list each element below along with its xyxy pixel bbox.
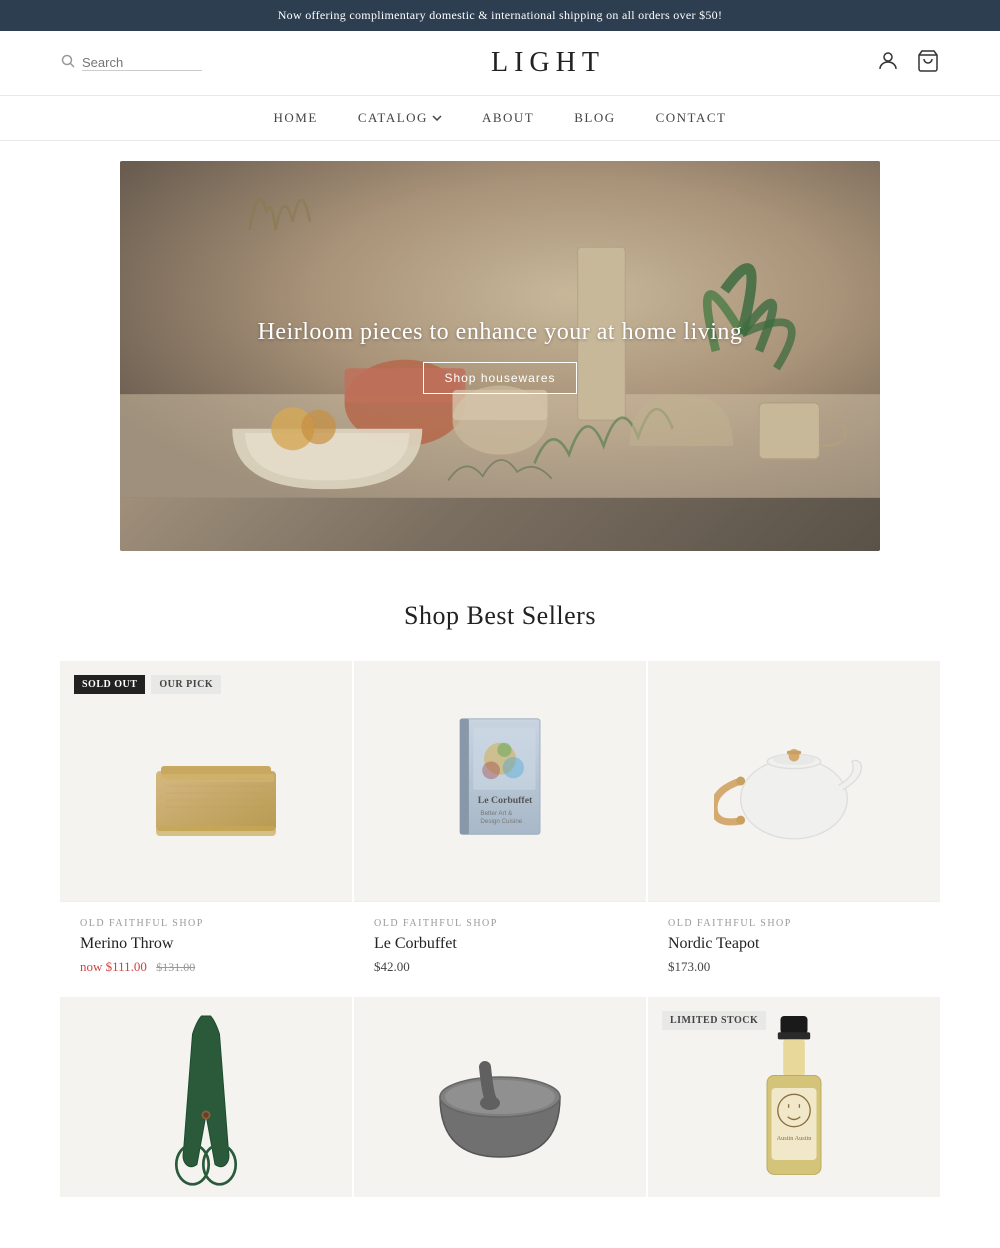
hero-title: Heirloom pieces to enhance your at home … [258,319,743,346]
product-badges-6: LIMITED STOCK [662,1011,766,1030]
price-3: $173.00 [668,959,710,974]
product-image-merino-throw: SOLD OUT OUR PICK [60,661,352,901]
best-sellers-section: Shop Best Sellers SOLD OUT OUR PICK [0,551,1000,1217]
header-icons [876,49,940,78]
product-image-book: Le Corbuffet Better Art & Design Cuisine [354,661,646,901]
price-2: $42.00 [374,959,410,974]
product-card-6[interactable]: LIMITED STOCK [648,997,940,1197]
badge-limited-stock: LIMITED STOCK [662,1011,766,1030]
price-now-1: now $111.00 [80,959,147,974]
svg-text:Austin Austin: Austin Austin [777,1135,813,1142]
product-card-3[interactable]: OLD FAITHFUL SHOP Nordic Teapot $173.00 [648,661,940,995]
hero-overlay: Heirloom pieces to enhance your at home … [120,161,880,551]
product-card-1[interactable]: SOLD OUT OUR PICK [60,661,352,995]
product-name-2: Le Corbuffet [374,935,626,953]
badge-sold-out: SOLD OUT [74,675,145,694]
product-info-1: OLD FAITHFUL SHOP Merino Throw now $111.… [60,901,352,995]
product-badges-1: SOLD OUT OUR PICK [74,675,221,694]
nav-item-about[interactable]: ABOUT [482,110,534,126]
best-sellers-title: Shop Best Sellers [60,601,940,631]
svg-text:Design Cuisine: Design Cuisine [480,818,522,825]
product-info-2: OLD FAITHFUL SHOP Le Corbuffet $42.00 [354,901,646,995]
scissors-illustration [146,1007,266,1187]
nav-item-home[interactable]: HOME [274,110,318,126]
svg-text:Better Art &: Better Art & [480,810,513,817]
product-image-teapot [648,661,940,901]
product-price-2: $42.00 [374,959,626,975]
product-name-1: Merino Throw [80,935,332,953]
product-card-5[interactable] [354,997,646,1197]
product-info-3: OLD FAITHFUL SHOP Nordic Teapot $173.00 [648,901,940,995]
header: LIGHT [0,31,1000,95]
product-card-2[interactable]: Le Corbuffet Better Art & Design Cuisine… [354,661,646,995]
nav-item-contact[interactable]: CONTACT [656,110,727,126]
price-old-1: $131.00 [156,960,195,974]
hero-banner: Heirloom pieces to enhance your at home … [120,161,880,551]
teapot-illustration [714,701,874,861]
product-name-3: Nordic Teapot [668,935,920,953]
throw-illustration [126,701,286,861]
product-price-3: $173.00 [668,959,920,975]
search-icon [60,53,76,74]
product-brand-1: OLD FAITHFUL SHOP [80,918,332,929]
account-icon[interactable] [876,49,900,78]
cart-icon[interactable] [916,49,940,78]
nav-item-catalog[interactable]: CATALOG [358,110,442,126]
product-image-mortar [354,997,646,1197]
svg-text:Le Corbuffet: Le Corbuffet [478,795,533,806]
product-brand-3: OLD FAITHFUL SHOP [668,918,920,929]
hero-cta-button[interactable]: Shop housewares [423,362,576,394]
mortar-illustration [420,1017,580,1177]
product-grid: SOLD OUT OUR PICK [60,661,940,1197]
chevron-down-icon [432,115,442,121]
product-brand-2: OLD FAITHFUL SHOP [374,918,626,929]
top-banner: Now offering complimentary domestic & in… [0,0,1000,31]
search-container [60,53,220,74]
banner-text: Now offering complimentary domestic & in… [278,8,723,22]
badge-our-pick: OUR PICK [151,675,221,694]
book-illustration: Le Corbuffet Better Art & Design Cuisine [420,701,580,861]
product-image-scissors [60,997,352,1197]
main-nav: HOME CATALOG ABOUT BLOG CONTACT [0,95,1000,141]
site-logo[interactable]: LIGHT [491,47,605,79]
product-price-1: now $111.00 $131.00 [80,959,332,975]
product-image-bottle: LIMITED STOCK [648,997,940,1197]
bottle-illustration: Austin Austin [744,1007,844,1187]
search-input[interactable] [82,55,202,71]
nav-item-blog[interactable]: BLOG [574,110,615,126]
product-card-4[interactable] [60,997,352,1197]
